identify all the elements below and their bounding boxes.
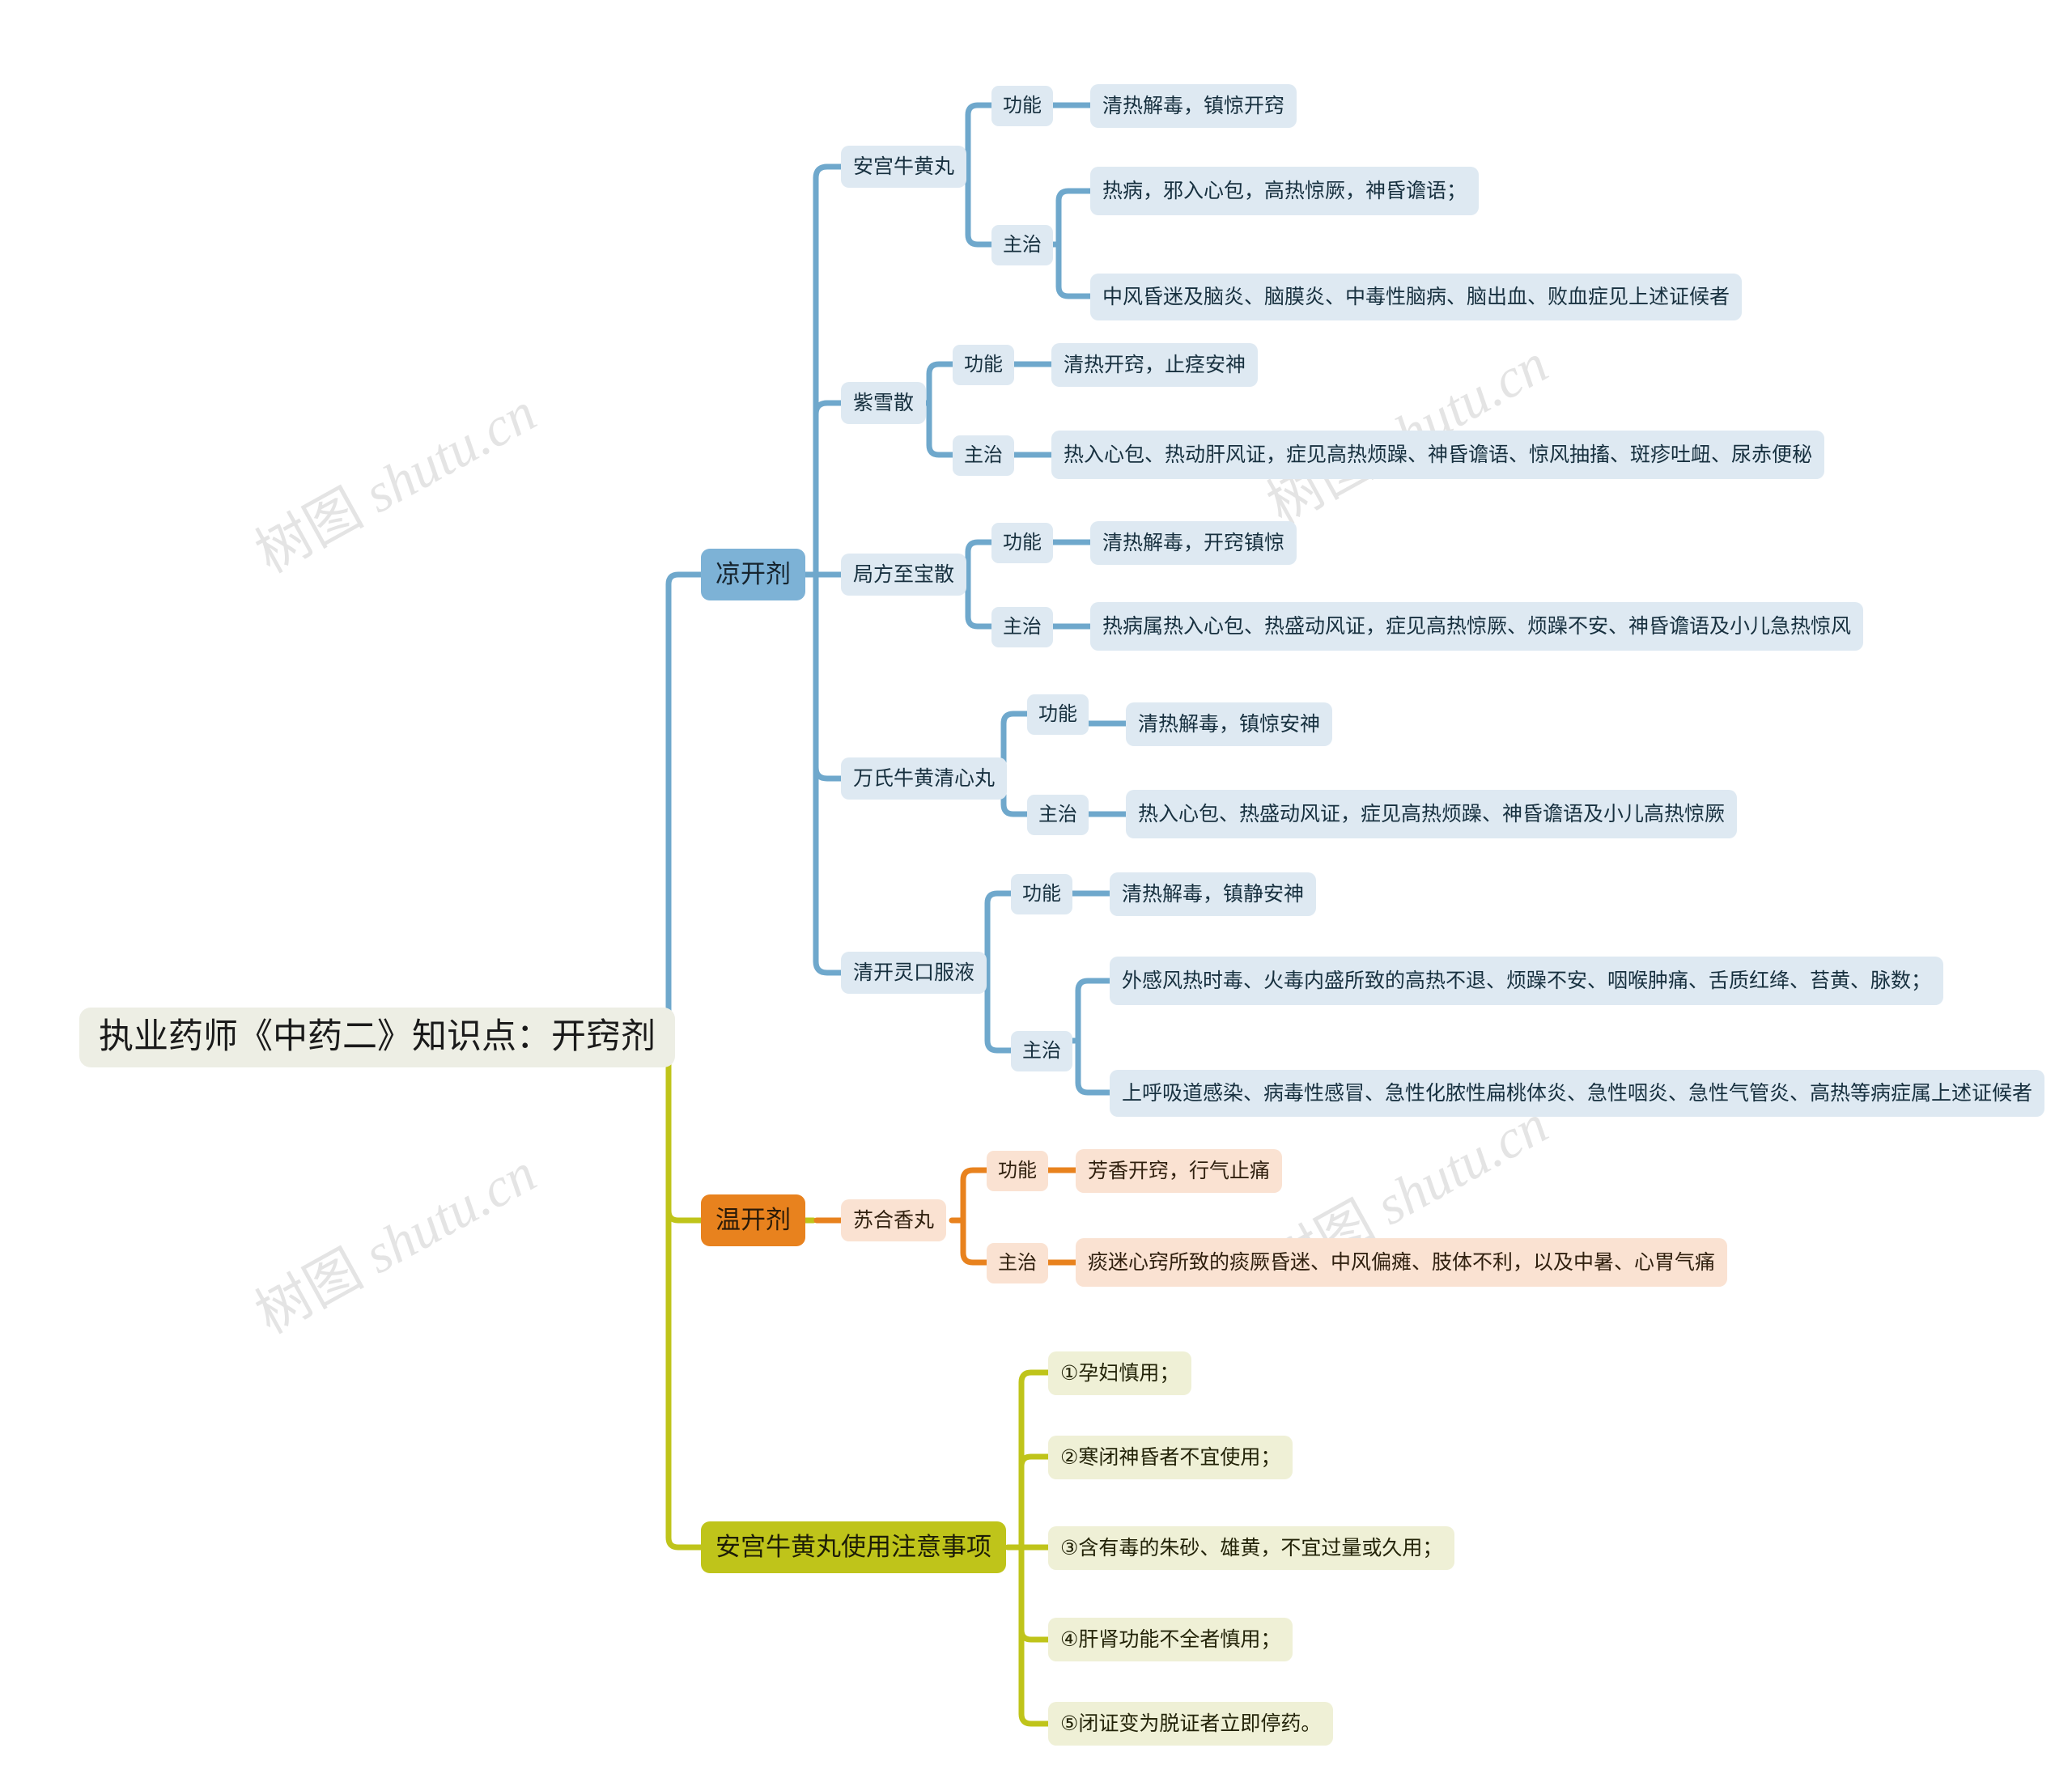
section-node-zhuzhi[interactable]: 主治 — [1027, 795, 1089, 835]
section-label: 主治 — [1003, 233, 1042, 256]
content-node[interactable]: 上呼吸道感染、病毒性感冒、急性化脓性扁桃体炎、急性咽炎、急性气管炎、高热等病症属… — [1110, 1070, 2045, 1117]
content-text: 热入心包、热动肝风证，症见高热烦躁、神昏谵语、惊风抽搐、斑疹吐衄、尿赤便秘 — [1064, 443, 1813, 466]
section-label: 功能 — [964, 353, 1003, 375]
content-text: 清热解毒，开窍镇惊 — [1102, 532, 1285, 554]
note-text: ③含有毒的朱砂、雄黄，不宜过量或久用； — [1060, 1537, 1443, 1559]
content-node[interactable]: 芳香开窍，行气止痛 — [1076, 1149, 1283, 1193]
content-text: 芳香开窍，行气止痛 — [1088, 1160, 1271, 1182]
branch-node-liang-kai-ji[interactable]: 凉开剂 — [701, 549, 805, 600]
root-label: 执业药师《中药二》知识点：开窍剂 — [99, 1017, 656, 1057]
drug-label: 清开灵口服液 — [853, 961, 975, 984]
section-label: 功能 — [1038, 702, 1077, 725]
content-node[interactable]: 中风昏迷及脑炎、脑膜炎、中毒性脑病、脑出血、败血症见上述证候者 — [1090, 274, 1743, 320]
content-node[interactable]: 痰迷心窍所致的痰厥昏迷、中风偏瘫、肢体不利，以及中暑、心胃气痛 — [1076, 1238, 1728, 1287]
content-node[interactable]: 热入心包、热动肝风证，症见高热烦躁、神昏谵语、惊风抽搐、斑疹吐衄、尿赤便秘 — [1051, 431, 1825, 479]
drug-node-wanshiniuhuangqingxinwan[interactable]: 万氏牛黄清心丸 — [841, 757, 1008, 800]
branch-label: 安宫牛黄丸使用注意事项 — [715, 1533, 991, 1562]
section-label: 主治 — [1022, 1039, 1061, 1062]
section-node-zhuzhi[interactable]: 主治 — [1011, 1031, 1072, 1071]
content-text: 清热解毒，镇惊开窍 — [1102, 95, 1285, 117]
branch-label: 温开剂 — [715, 1206, 791, 1235]
content-node[interactable]: 外感风热时毒、火毒内盛所致的高热不退、烦躁不安、咽喉肿痛、舌质红绛、苔黄、脉数； — [1110, 957, 1944, 1005]
drug-node-zixuesan[interactable]: 紫雪散 — [841, 382, 927, 424]
section-node-zhuzhi[interactable]: 主治 — [987, 1243, 1048, 1283]
branch-node-wen-kai-ji[interactable]: 温开剂 — [701, 1194, 805, 1246]
content-node[interactable]: 热病属热入心包、热盛动风证，症见高热惊厥、烦躁不安、神昏谵语及小儿急热惊风 — [1090, 602, 1864, 651]
section-label: 功能 — [998, 1159, 1037, 1182]
content-node[interactable]: 清热解毒，镇静安神 — [1110, 872, 1317, 916]
root-node[interactable]: 执业药师《中药二》知识点：开窍剂 — [79, 1008, 675, 1067]
section-node-gongneng[interactable]: 功能 — [991, 86, 1053, 126]
section-node-gongneng[interactable]: 功能 — [987, 1151, 1048, 1191]
content-node[interactable]: 热病，邪入心包，高热惊厥，神昏谵语； — [1090, 167, 1480, 215]
mindmap-canvas: 树图 shutu.cn 树图 shutu.cn 树图 shutu.cn 树图 s… — [0, 0, 2072, 1765]
section-node-gongneng[interactable]: 功能 — [991, 523, 1053, 563]
note-text: ②寒闭神昏者不宜使用； — [1060, 1446, 1281, 1469]
section-label: 功能 — [1003, 531, 1042, 554]
note-node[interactable]: ⑤闭证变为脱证者立即停药。 — [1048, 1702, 1334, 1746]
drug-label: 安宫牛黄丸 — [853, 155, 955, 178]
content-text: 热病，邪入心包，高热惊厥，神昏谵语； — [1102, 180, 1467, 202]
section-node-zhuzhi[interactable]: 主治 — [991, 607, 1053, 647]
drug-label: 紫雪散 — [853, 392, 915, 414]
content-text: 清热开窍，止痉安神 — [1064, 354, 1246, 376]
drug-label: 苏合香丸 — [853, 1209, 935, 1232]
note-node[interactable]: ④肝肾功能不全者慎用； — [1048, 1618, 1293, 1661]
section-label: 主治 — [964, 443, 1003, 466]
section-node-gongneng[interactable]: 功能 — [1011, 874, 1072, 914]
section-node-gongneng[interactable]: 功能 — [1027, 694, 1089, 735]
section-label: 主治 — [1003, 615, 1042, 638]
content-text: 痰迷心窍所致的痰厥昏迷、中风偏瘫、肢体不利，以及中暑、心胃气痛 — [1088, 1251, 1716, 1274]
note-text: ①孕妇慎用； — [1060, 1362, 1180, 1385]
section-label: 主治 — [998, 1251, 1037, 1274]
drug-node-jufangzhibaosan[interactable]: 局方至宝散 — [841, 554, 967, 596]
content-node[interactable]: 清热解毒，镇惊安神 — [1126, 702, 1333, 746]
branch-label: 凉开剂 — [715, 560, 791, 589]
content-node[interactable]: 清热解毒，开窍镇惊 — [1090, 521, 1297, 565]
content-node[interactable]: 清热解毒，镇惊开窍 — [1090, 84, 1297, 128]
drug-label: 局方至宝散 — [853, 563, 955, 586]
section-label: 主治 — [1038, 803, 1077, 825]
drug-node-angongniuhuangwan[interactable]: 安宫牛黄丸 — [841, 146, 967, 188]
note-text: ⑤闭证变为脱证者立即停药。 — [1060, 1712, 1322, 1735]
content-node[interactable]: 清热开窍，止痉安神 — [1051, 343, 1259, 387]
drug-node-qingkailingkoufuye[interactable]: 清开灵口服液 — [841, 952, 987, 994]
section-node-zhuzhi[interactable]: 主治 — [953, 435, 1014, 476]
content-text: 热病属热入心包、热盛动风证，症见高热惊厥、烦躁不安、神昏谵语及小儿急热惊风 — [1102, 615, 1852, 638]
section-label: 功能 — [1003, 94, 1042, 117]
branch-node-angnhw-notes[interactable]: 安宫牛黄丸使用注意事项 — [701, 1521, 1006, 1573]
content-text: 中风昏迷及脑炎、脑膜炎、中毒性脑病、脑出血、败血症见上述证候者 — [1102, 286, 1730, 308]
content-text: 清热解毒，镇惊安神 — [1138, 713, 1321, 736]
note-text: ④肝肾功能不全者慎用； — [1060, 1628, 1281, 1651]
content-text: 热入心包、热盛动风证，症见高热烦躁、神昏谵语及小儿高热惊厥 — [1138, 803, 1726, 825]
content-text: 上呼吸道感染、病毒性感冒、急性化脓性扁桃体炎、急性咽炎、急性气管炎、高热等病症属… — [1122, 1082, 2033, 1105]
content-node[interactable]: 热入心包、热盛动风证，症见高热烦躁、神昏谵语及小儿高热惊厥 — [1126, 790, 1738, 838]
drug-label: 万氏牛黄清心丸 — [853, 767, 996, 790]
section-label: 功能 — [1022, 882, 1061, 905]
drug-node-suhexiangwan[interactable]: 苏合香丸 — [841, 1199, 947, 1241]
note-node[interactable]: ②寒闭神昏者不宜使用； — [1048, 1436, 1293, 1479]
section-node-zhuzhi[interactable]: 主治 — [991, 225, 1053, 265]
content-text: 清热解毒，镇静安神 — [1122, 883, 1305, 906]
note-node[interactable]: ①孕妇慎用； — [1048, 1351, 1192, 1395]
section-node-gongneng[interactable]: 功能 — [953, 345, 1014, 385]
note-node[interactable]: ③含有毒的朱砂、雄黄，不宜过量或久用； — [1048, 1526, 1455, 1570]
content-text: 外感风热时毒、火毒内盛所致的高热不退、烦躁不安、咽喉肿痛、舌质红绛、苔黄、脉数； — [1122, 969, 1932, 992]
